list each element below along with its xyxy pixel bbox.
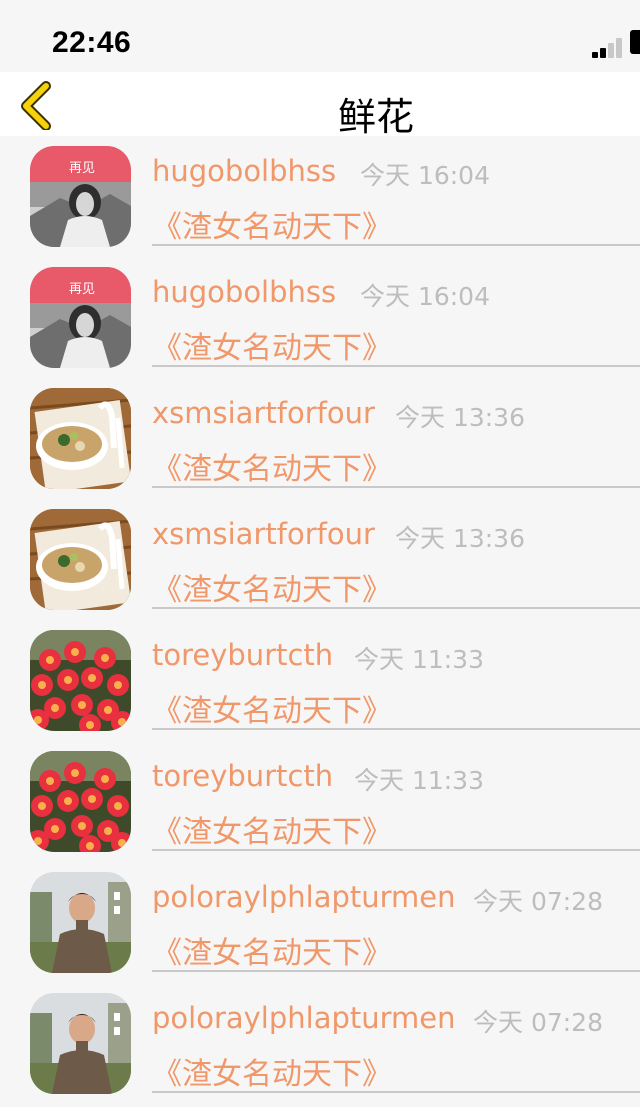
message-subtitle: 《渣女名动天下》 (152, 573, 392, 608)
message-time: 今天 16:04 (360, 161, 490, 190)
row-divider (152, 486, 640, 488)
message-username: hugobolbhss (152, 275, 337, 309)
row-divider (152, 244, 640, 246)
message-username: toreyburtcth (152, 638, 334, 672)
message-time: 今天 16:04 (360, 282, 490, 311)
status-bar: 22:46 (0, 0, 640, 72)
row-divider (152, 1091, 640, 1093)
message-username: xsmsiartforfour (152, 396, 375, 430)
message-row[interactable]: poloraylphlapturmen 今天 07:28 《渣女名动天下》 (0, 983, 640, 1104)
status-indicator-icon (630, 30, 640, 54)
message-time: 今天 11:33 (354, 766, 484, 795)
avatar[interactable] (30, 872, 131, 973)
message-username: poloraylphlapturmen (152, 1001, 456, 1035)
signal-icon (592, 36, 632, 58)
message-subtitle: 《渣女名动天下》 (152, 210, 392, 245)
message-time: 今天 07:28 (473, 1008, 603, 1037)
message-row[interactable]: 再见 hugobolbhss 今天 16:04 《渣女名动天下》 (0, 136, 640, 257)
message-time: 今天 13:36 (395, 403, 525, 432)
message-row[interactable]: toreyburtcth 今天 11:33 《渣女名动天下》 (0, 620, 640, 741)
avatar[interactable] (30, 993, 131, 1094)
message-subtitle: 《渣女名动天下》 (152, 694, 392, 729)
message-subtitle: 《渣女名动天下》 (152, 452, 392, 487)
avatar[interactable]: 再见 (30, 146, 131, 247)
message-username: poloraylphlapturmen (152, 880, 456, 914)
row-divider (152, 365, 640, 367)
row-divider (152, 728, 640, 730)
message-username: toreyburtcth (152, 759, 334, 793)
message-subtitle: 《渣女名动天下》 (152, 815, 392, 850)
message-time: 今天 07:28 (473, 887, 603, 916)
message-row[interactable]: xsmsiartforfour 今天 13:36 《渣女名动天下》 (0, 499, 640, 620)
message-subtitle: 《渣女名动天下》 (152, 1057, 392, 1092)
page-title: 鲜花 (337, 95, 414, 139)
row-divider (152, 607, 640, 609)
message-row[interactable]: 再见 hugobolbhss 今天 16:04 《渣女名动天下》 (0, 257, 640, 378)
message-subtitle: 《渣女名动天下》 (152, 331, 392, 366)
message-time: 今天 11:33 (354, 645, 484, 674)
message-time: 今天 13:36 (395, 524, 525, 553)
message-row[interactable]: xsmsiartforfour 今天 13:36 《渣女名动天下》 (0, 378, 640, 499)
row-divider (152, 849, 640, 851)
message-username: xsmsiartforfour (152, 517, 375, 551)
avatar[interactable]: 再见 (30, 267, 131, 368)
avatar[interactable] (30, 751, 131, 852)
avatar[interactable] (30, 388, 131, 489)
message-row[interactable]: toreyburtcth 今天 11:33 《渣女名动天下》 (0, 741, 640, 862)
navigation-bar: 鲜花 (0, 72, 640, 139)
svg-text:再见: 再见 (69, 282, 95, 297)
row-divider (152, 970, 640, 972)
avatar[interactable] (30, 630, 131, 731)
status-time: 22:46 (52, 26, 132, 59)
avatar[interactable] (30, 509, 131, 610)
message-subtitle: 《渣女名动天下》 (152, 936, 392, 971)
message-row[interactable]: poloraylphlapturmen 今天 07:28 《渣女名动天下》 (0, 862, 640, 983)
message-username: hugobolbhss (152, 154, 337, 188)
svg-text:再见: 再见 (69, 161, 95, 176)
